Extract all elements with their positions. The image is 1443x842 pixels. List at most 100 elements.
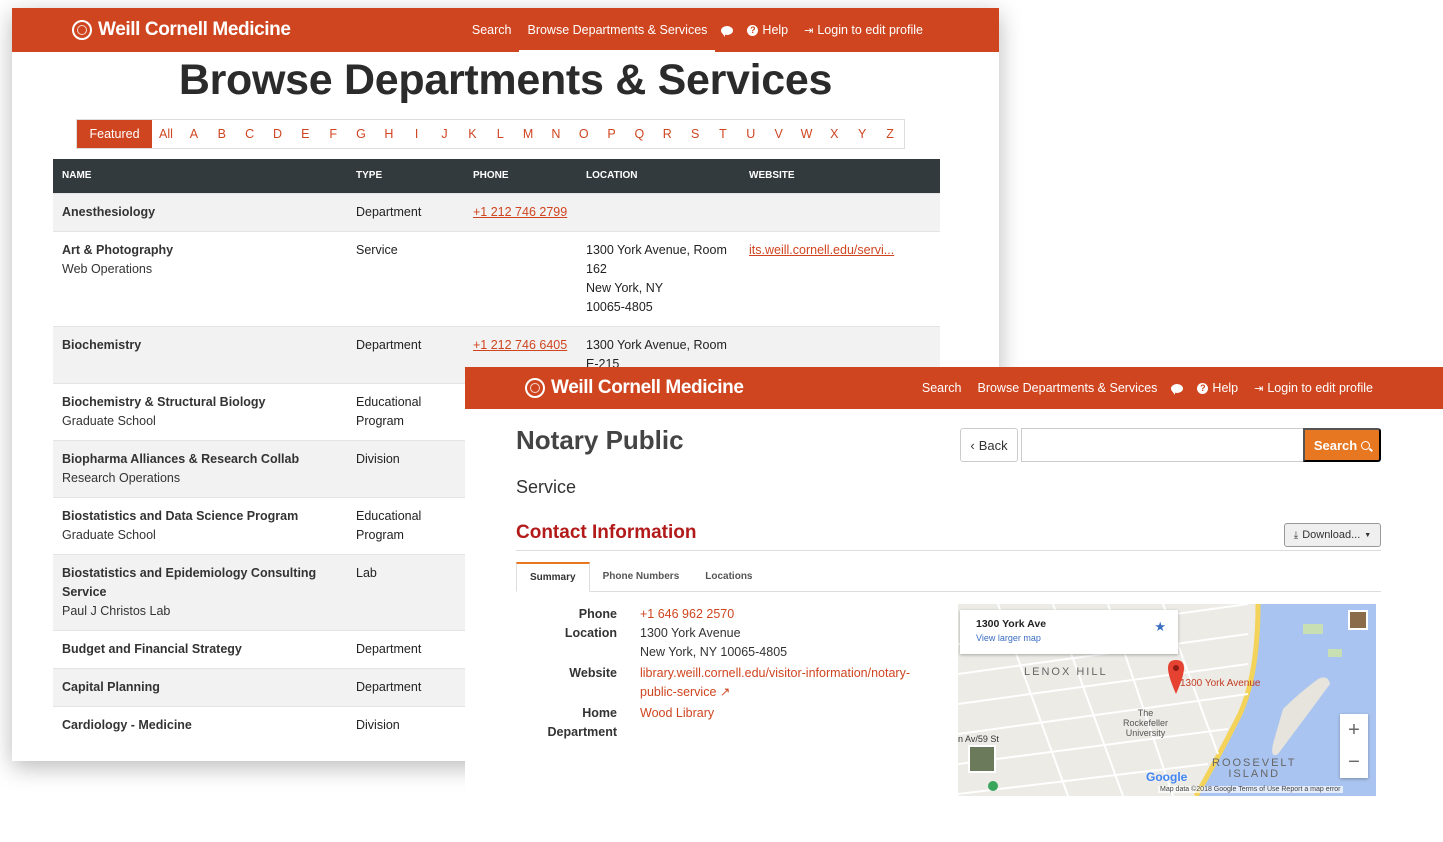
- help-icon: ?: [1197, 382, 1209, 394]
- nav-help[interactable]: ? Help: [1189, 367, 1246, 409]
- row-name[interactable]: Biochemistry & Structural Biology: [62, 393, 338, 412]
- filter-letter[interactable]: W: [793, 120, 821, 148]
- filter-featured[interactable]: Featured: [77, 120, 152, 148]
- filter-letter[interactable]: L: [486, 120, 514, 148]
- contact-heading: Contact Information: [516, 522, 697, 543]
- zoom-out-button[interactable]: −: [1340, 746, 1368, 778]
- row-name[interactable]: Biostatistics and Epidemiology Consultin…: [62, 564, 338, 602]
- view-larger-map-link[interactable]: View larger map: [976, 633, 1178, 643]
- row-name[interactable]: Capital Planning: [62, 678, 338, 697]
- nav-browse[interactable]: Browse Departments & Services: [519, 8, 716, 52]
- chat-icon[interactable]: [721, 25, 734, 37]
- filter-letter[interactable]: O: [570, 120, 598, 148]
- filter-letter[interactable]: U: [737, 120, 765, 148]
- filter-letter[interactable]: I: [403, 120, 431, 148]
- cell-location: [577, 192, 740, 231]
- nav-login[interactable]: ⇥ Login to edit profile: [796, 8, 931, 52]
- row-name[interactable]: Cardiology - Medicine: [62, 716, 338, 735]
- filter-letter[interactable]: X: [820, 120, 848, 148]
- row-phone-link[interactable]: +1 212 746 2799: [473, 205, 567, 219]
- info-row-home-dept: Home Department Wood Library: [516, 704, 920, 742]
- filter-letter[interactable]: P: [598, 120, 626, 148]
- row-phone-link[interactable]: +1 212 746 6405: [473, 338, 567, 352]
- home-dept-label: Home Department: [547, 706, 617, 739]
- seal-icon: [72, 20, 92, 40]
- street-view-icon[interactable]: [1348, 610, 1368, 630]
- cell-name: Biochemistry: [53, 325, 347, 383]
- filter-letter[interactable]: G: [347, 120, 375, 148]
- brand-logo-detail[interactable]: Weill Cornell Medicine: [525, 377, 744, 399]
- nav-search[interactable]: Search: [464, 8, 520, 52]
- filter-letter[interactable]: T: [709, 120, 737, 148]
- tab-summary[interactable]: Summary: [516, 562, 590, 592]
- search-input[interactable]: [1021, 428, 1304, 462]
- filter-letter[interactable]: M: [514, 120, 542, 148]
- filter-letter[interactable]: C: [236, 120, 264, 148]
- filter-letter[interactable]: E: [291, 120, 319, 148]
- cell-type: Department: [347, 629, 464, 668]
- row-name[interactable]: Budget and Financial Strategy: [62, 640, 338, 659]
- nav-help[interactable]: ? Help: [739, 8, 796, 52]
- chat-icon[interactable]: [1171, 383, 1184, 395]
- filter-letter[interactable]: F: [319, 120, 347, 148]
- nav-browse[interactable]: Browse Departments & Services: [969, 367, 1165, 409]
- search-button[interactable]: Search: [1303, 428, 1381, 462]
- filter-letter[interactable]: K: [458, 120, 486, 148]
- row-name[interactable]: Art & Photography: [62, 241, 338, 260]
- filter-letter[interactable]: D: [264, 120, 292, 148]
- col-website[interactable]: WEBSITE: [740, 159, 940, 193]
- location-map[interactable]: 1300 York Ave View larger map ★ LENOX HI…: [958, 604, 1376, 796]
- download-dropdown[interactable]: ⤓ Download... ▼: [1284, 523, 1381, 547]
- website-link[interactable]: library.weill.cornell.edu/visitor-inform…: [640, 664, 920, 702]
- phone-label: Phone: [578, 607, 617, 621]
- filter-letter[interactable]: Z: [876, 120, 904, 148]
- row-subname: Web Operations: [62, 261, 153, 276]
- tab-locations[interactable]: Locations: [692, 562, 765, 591]
- table-row[interactable]: Anesthesiology Department +1 212 746 2799: [53, 192, 940, 231]
- google-logo: Google: [1146, 770, 1188, 784]
- filter-letter[interactable]: H: [375, 120, 403, 148]
- table-row[interactable]: Art & Photography Web Operations Service 13…: [53, 230, 940, 326]
- top-navbar: Weill Cornell Medicine Search Browse Dep…: [12, 8, 999, 52]
- map-info-card: 1300 York Ave View larger map ★: [960, 610, 1178, 654]
- row-website-link[interactable]: its.weill.cornell.edu/servi...: [749, 243, 894, 257]
- map-label-rockefeller: The Rockefeller University: [1123, 708, 1169, 738]
- row-name[interactable]: Anesthesiology: [62, 203, 338, 222]
- brand-name: Weill Cornell Medicine: [551, 377, 744, 398]
- filter-letter[interactable]: N: [542, 120, 570, 148]
- cell-website: its.weill.cornell.edu/servi...: [740, 230, 940, 326]
- nav-help-label: Help: [1212, 381, 1239, 395]
- phone-link[interactable]: +1 646 962 2570: [640, 605, 920, 624]
- cell-type: Service: [347, 230, 464, 326]
- row-name[interactable]: Biochemistry: [62, 336, 338, 355]
- home-dept-link[interactable]: Wood Library: [640, 704, 920, 742]
- brand-logo[interactable]: Weill Cornell Medicine: [72, 19, 291, 41]
- brand-name: Weill Cornell Medicine: [98, 19, 291, 40]
- cell-name: Biostatistics and Epidemiology Consultin…: [53, 553, 347, 630]
- filter-letter[interactable]: R: [653, 120, 681, 148]
- nav-search[interactable]: Search: [914, 367, 970, 409]
- filter-letter[interactable]: Y: [848, 120, 876, 148]
- zoom-in-button[interactable]: +: [1340, 714, 1368, 746]
- filter-letter[interactable]: V: [765, 120, 793, 148]
- satellite-toggle[interactable]: [968, 745, 996, 773]
- back-button[interactable]: ‹ Back: [960, 428, 1018, 462]
- nav-login[interactable]: ⇥ Login to edit profile: [1246, 367, 1381, 409]
- filter-all[interactable]: All: [152, 120, 180, 148]
- top-navbar-detail: Weill Cornell Medicine Search Browse Dep…: [465, 367, 1443, 409]
- filter-letter[interactable]: B: [208, 120, 236, 148]
- row-name[interactable]: Biopharma Alliances & Research Collab: [62, 450, 338, 469]
- map-label-roosevelt: ROOSEVELT ISLAND: [1212, 757, 1297, 780]
- col-type[interactable]: TYPE: [347, 159, 464, 193]
- star-icon[interactable]: ★: [1154, 619, 1166, 635]
- filter-letter[interactable]: J: [431, 120, 459, 148]
- col-name[interactable]: NAME: [53, 159, 347, 193]
- col-location[interactable]: LOCATION: [577, 159, 740, 193]
- location-line: 1300 York Avenue, Room: [586, 242, 727, 257]
- filter-letter[interactable]: S: [681, 120, 709, 148]
- filter-letter[interactable]: A: [180, 120, 208, 148]
- filter-letter[interactable]: Q: [626, 120, 654, 148]
- col-phone[interactable]: PHONE: [464, 159, 577, 193]
- tab-phone-numbers[interactable]: Phone Numbers: [590, 562, 693, 591]
- row-name[interactable]: Biostatistics and Data Science Program: [62, 507, 338, 526]
